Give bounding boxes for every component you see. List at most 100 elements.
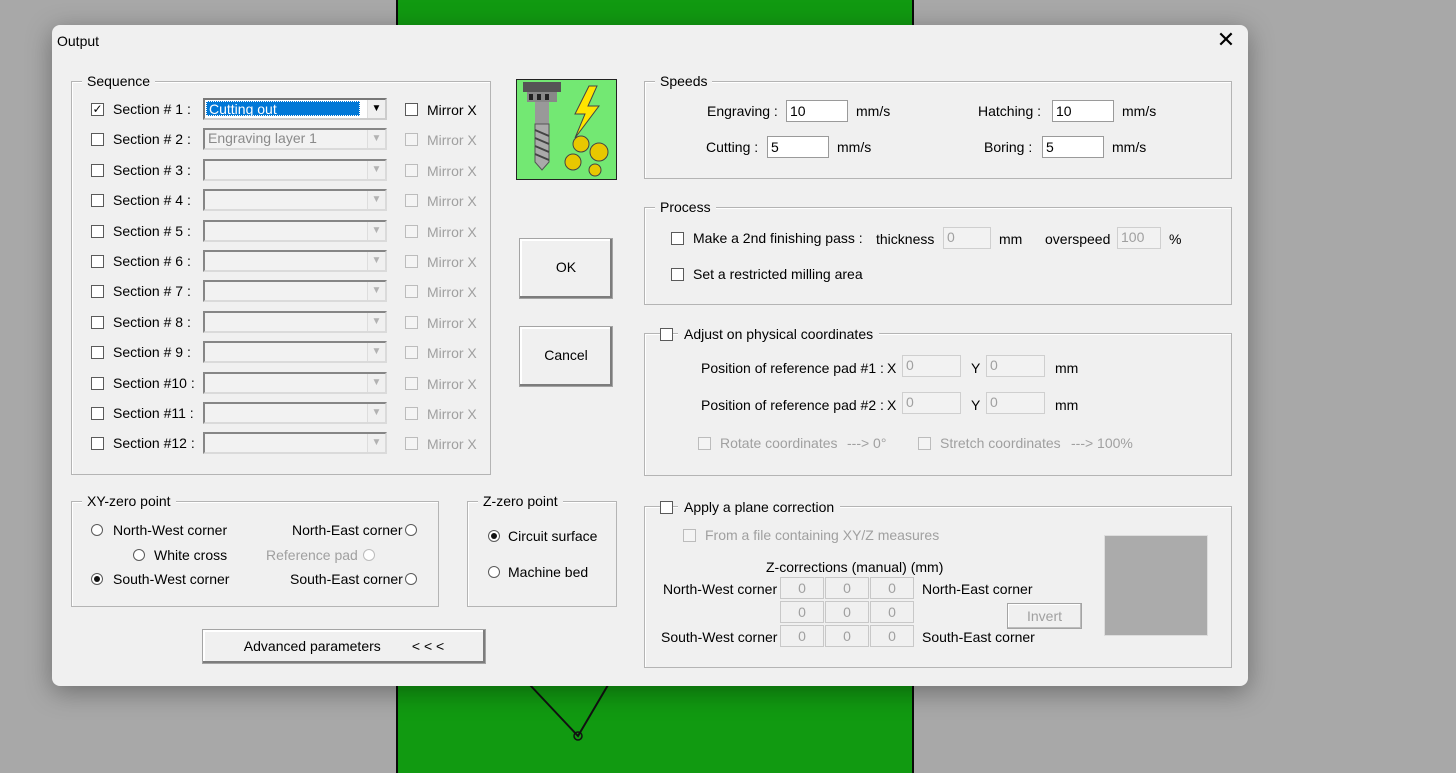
section-dropdown[interactable]: Cutting out ▼ <box>203 98 387 120</box>
section-dropdown[interactable]: ▼ <box>203 402 387 424</box>
chevron-down-icon[interactable]: ▼ <box>367 434 385 452</box>
se-corner-label: South-East corner <box>290 571 403 587</box>
section-dropdown-value <box>206 405 210 420</box>
zcorr-cell[interactable]: 0 <box>870 577 914 599</box>
mirror-x-checkbox[interactable] <box>405 285 418 298</box>
zcorr-cell[interactable]: 0 <box>825 577 869 599</box>
mirror-x-checkbox[interactable] <box>405 437 418 450</box>
cutting-speed-input[interactable]: 5 <box>767 136 829 158</box>
thickness-input[interactable]: 0 <box>943 227 991 249</box>
section-checkbox[interactable] <box>91 255 104 268</box>
invert-button[interactable]: Invert <box>1007 603 1082 629</box>
chevron-down-icon[interactable]: ▼ <box>367 313 385 331</box>
section-dropdown[interactable]: ▼ <box>203 372 387 394</box>
boring-speed-input[interactable]: 5 <box>1042 136 1104 158</box>
mirror-x-checkbox[interactable] <box>405 377 418 390</box>
section-checkbox[interactable] <box>91 133 104 146</box>
ref-pad-radio[interactable] <box>363 549 375 561</box>
section-dropdown-value <box>206 162 210 177</box>
from-file-checkbox[interactable] <box>683 529 696 542</box>
section-checkbox[interactable]: ✓ <box>91 103 104 116</box>
pad2-x-input[interactable]: 0 <box>902 392 961 414</box>
sw-corner-radio[interactable] <box>91 573 103 585</box>
pad2-y-label: Y <box>971 397 981 413</box>
se-corner-radio[interactable] <box>405 573 417 585</box>
rotate-checkbox[interactable] <box>698 437 711 450</box>
pad1-y-label: Y <box>971 360 981 376</box>
chevron-down-icon[interactable]: ▼ <box>367 343 385 361</box>
section-dropdown[interactable]: ▼ <box>203 341 387 363</box>
chevron-down-icon[interactable]: ▼ <box>367 161 385 179</box>
section-dropdown[interactable]: ▼ <box>203 220 387 242</box>
finishing-pass-checkbox[interactable] <box>671 232 684 245</box>
chevron-down-icon[interactable]: ▼ <box>367 374 385 392</box>
section-checkbox[interactable] <box>91 225 104 238</box>
section-checkbox[interactable] <box>91 316 104 329</box>
zcorr-cell[interactable]: 0 <box>780 577 824 599</box>
section-checkbox[interactable] <box>91 377 104 390</box>
section-dropdown[interactable]: ▼ <box>203 189 387 211</box>
section-label: Section #11 : <box>113 405 194 421</box>
zcorr-cell[interactable]: 0 <box>780 601 824 623</box>
section-checkbox[interactable] <box>91 194 104 207</box>
chevron-down-icon[interactable]: ▼ <box>367 404 385 422</box>
section-dropdown[interactable]: ▼ <box>203 280 387 302</box>
zcorr-cell[interactable]: 0 <box>780 625 824 647</box>
section-checkbox[interactable] <box>91 164 104 177</box>
section-dropdown[interactable]: ▼ <box>203 250 387 272</box>
pad1-y-input[interactable]: 0 <box>986 355 1045 377</box>
ne-corner-radio[interactable] <box>405 524 417 536</box>
finishing-pass-label: Make a 2nd finishing pass : <box>693 230 863 246</box>
circuit-surface-radio[interactable] <box>488 530 500 542</box>
hatching-speed-input[interactable]: 10 <box>1052 100 1114 122</box>
section-dropdown-value <box>206 253 210 268</box>
ok-button[interactable]: OK <box>519 238 613 299</box>
section-dropdown[interactable]: Engraving layer 1 ▼ <box>203 128 387 150</box>
mirror-x-checkbox[interactable] <box>405 316 418 329</box>
chevron-down-icon[interactable]: ▼ <box>367 191 385 209</box>
plane-sw-label: South-West corner <box>661 629 778 645</box>
nw-corner-radio[interactable] <box>91 524 103 536</box>
mirror-x-checkbox[interactable] <box>405 133 418 146</box>
stretch-checkbox[interactable] <box>918 437 931 450</box>
zcorr-cell[interactable]: 0 <box>870 601 914 623</box>
pad2-y-input[interactable]: 0 <box>986 392 1045 414</box>
zcorr-cell[interactable]: 0 <box>870 625 914 647</box>
section-checkbox[interactable] <box>91 437 104 450</box>
white-cross-radio[interactable] <box>133 549 145 561</box>
advanced-parameters-button[interactable]: Advanced parameters < < < <box>202 629 486 664</box>
mirror-x-checkbox[interactable] <box>405 103 418 116</box>
mirror-x-checkbox[interactable] <box>405 164 418 177</box>
section-checkbox[interactable] <box>91 346 104 359</box>
section-dropdown[interactable]: ▼ <box>203 159 387 181</box>
section-dropdown[interactable]: ▼ <box>203 311 387 333</box>
mirror-x-checkbox[interactable] <box>405 255 418 268</box>
plane-correction-checkbox[interactable] <box>660 501 673 514</box>
overspeed-input[interactable]: 100 <box>1117 227 1161 249</box>
mirror-x-checkbox[interactable] <box>405 225 418 238</box>
close-icon[interactable]: ✕ <box>1212 29 1240 53</box>
adjust-physical-checkbox[interactable] <box>660 328 673 341</box>
mirror-x-checkbox[interactable] <box>405 407 418 420</box>
chevron-down-icon[interactable]: ▼ <box>367 222 385 240</box>
pad1-unit: mm <box>1055 360 1079 376</box>
zcorr-cell[interactable]: 0 <box>825 625 869 647</box>
zcorr-cell[interactable]: 0 <box>825 601 869 623</box>
mirror-x-checkbox[interactable] <box>405 194 418 207</box>
restricted-area-checkbox[interactable] <box>671 268 684 281</box>
engraving-speed-input[interactable]: 10 <box>786 100 848 122</box>
mirror-x-checkbox[interactable] <box>405 346 418 359</box>
chevron-down-icon[interactable]: ▼ <box>367 282 385 300</box>
section-dropdown[interactable]: ▼ <box>203 432 387 454</box>
pad1-x-input[interactable]: 0 <box>902 355 961 377</box>
boring-unit: mm/s <box>1112 139 1147 155</box>
plane-correction-group: Apply a plane correction From a file con… <box>644 499 1232 668</box>
chevron-down-icon[interactable]: ▼ <box>367 100 385 118</box>
machine-bed-radio[interactable] <box>488 566 500 578</box>
mirror-x-label: Mirror X <box>427 132 477 148</box>
chevron-down-icon[interactable]: ▼ <box>367 252 385 270</box>
cancel-button[interactable]: Cancel <box>519 326 613 387</box>
section-checkbox[interactable] <box>91 407 104 420</box>
chevron-down-icon[interactable]: ▼ <box>367 130 385 148</box>
section-checkbox[interactable] <box>91 285 104 298</box>
